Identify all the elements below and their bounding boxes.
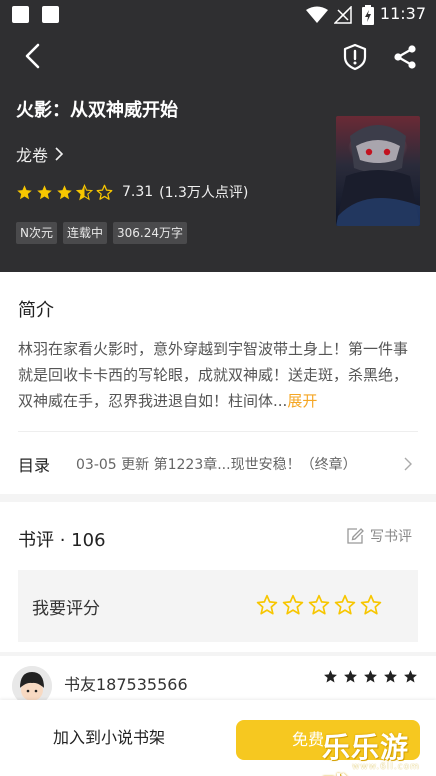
share-icon[interactable] [390, 42, 420, 72]
edit-icon [347, 528, 364, 544]
reviews-heading: 书评 · 106 [18, 530, 106, 551]
toc-latest-chapter: 03-05 更新 第1223章...现世安稳！（终章） [76, 457, 357, 473]
book-header: 火影：从双神威开始 龙卷 7.31 (1.3万人点评) N次元 连载中 306.… [0, 30, 436, 272]
reviewer-name: 书友187535566 [64, 675, 188, 694]
tag-category[interactable]: N次元 [16, 222, 57, 244]
tag-list: N次元 连载中 306.24万字 [16, 222, 187, 244]
reviewer-stars [323, 669, 418, 684]
book-cover[interactable] [336, 116, 420, 226]
back-arrow-icon[interactable] [20, 42, 48, 70]
my-rating-box: 我要评分 [18, 570, 418, 642]
chevron-right-icon [404, 457, 412, 471]
add-to-shelf-button[interactable]: 加入到小说书架 [0, 718, 218, 758]
book-detail-screen: 11:37 火影：从双神威开始 龙卷 7.31 (1.3万人点评) N次元 连载… [0, 0, 436, 776]
expand-link[interactable]: 展开 [287, 392, 317, 410]
notification-icon [42, 6, 59, 23]
star-icon [96, 184, 113, 200]
star-rate-icon[interactable] [334, 594, 356, 616]
star-icon [37, 184, 52, 199]
my-rating-label: 我要评分 [32, 599, 100, 619]
intro-heading: 简介 [18, 300, 54, 321]
tag-status: 连载中 [62, 222, 107, 244]
battery-icon [362, 5, 374, 25]
write-review-button[interactable]: 写书评 [346, 526, 412, 546]
watermark-url: www.6ll.com [352, 762, 420, 772]
intro-text: 林羽在家看火影时，意外穿越到宇智波带土身上！第一件事就是回收卡卡西的写轮眼，成就… [18, 336, 418, 414]
star-icon [364, 670, 377, 683]
star-rate-icon[interactable] [256, 594, 278, 616]
intro-card: 简介 林羽在家看火影时，意外穿越到宇智波带土身上！第一件事就是回收卡卡西的写轮眼… [0, 272, 436, 494]
star-icon [344, 670, 357, 683]
tag-word-count: 306.24万字 [113, 222, 187, 244]
book-title: 火影：从双神威开始 [16, 100, 178, 121]
reviews-card: 书评 · 106 写书评 我要评分 [0, 502, 436, 652]
write-review-label: 写书评 [370, 529, 412, 545]
toc-label: 目录 [18, 456, 51, 475]
notification-icon [12, 6, 29, 23]
rating-score: 7.31 [122, 184, 154, 200]
rating-count: (1.3万人点评) [159, 185, 249, 201]
report-shield-icon[interactable] [340, 42, 370, 72]
author-link[interactable]: 龙卷 [16, 142, 64, 166]
intro-body: 林羽在家看火影时，意外穿越到宇智波带土身上！第一件事就是回收卡卡西的写轮眼，成就… [18, 340, 409, 410]
rating-row: 7.31 (1.3万人点评) [16, 182, 248, 202]
status-bar: 11:37 [0, 0, 436, 30]
signal-icon [334, 6, 352, 24]
wifi-icon [306, 6, 328, 23]
star-icon [324, 670, 337, 683]
toc-row[interactable]: 目录 03-05 更新 第1223章...现世安稳！（终章） [18, 452, 418, 476]
star-icon [17, 184, 32, 199]
star-icon [57, 184, 72, 199]
rating-stars [16, 183, 116, 201]
divider [18, 431, 418, 432]
my-rating-stars [256, 594, 382, 616]
star-rate-icon[interactable] [308, 594, 330, 616]
star-rate-icon[interactable] [282, 594, 304, 616]
chevron-right-icon [55, 147, 64, 161]
star-icon [384, 670, 397, 683]
star-icon [404, 670, 417, 683]
status-time: 11:37 [379, 4, 426, 23]
author-name: 龙卷 [16, 146, 49, 165]
star-rate-icon[interactable] [360, 594, 382, 616]
star-icon [76, 183, 93, 200]
